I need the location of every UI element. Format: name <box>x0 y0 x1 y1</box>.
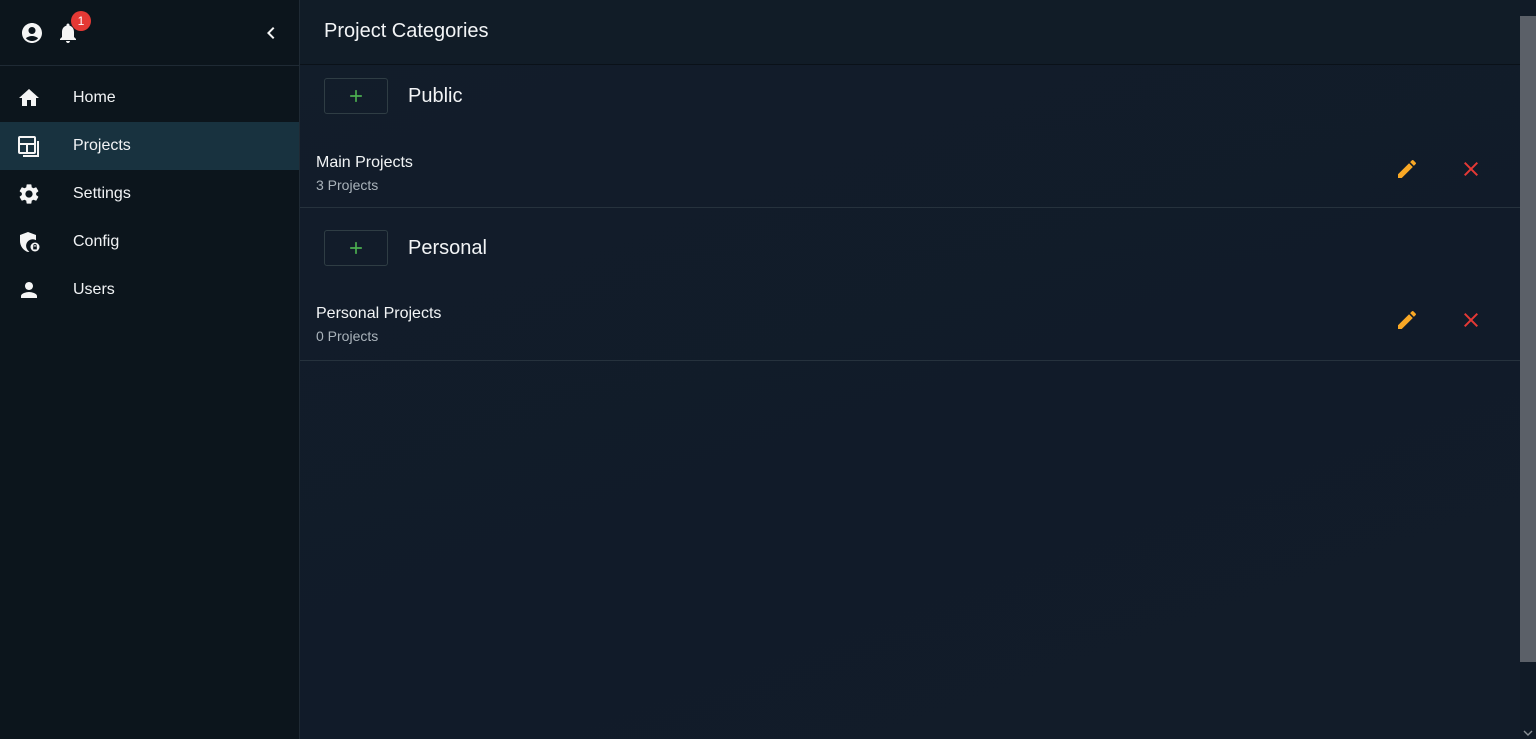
shield-lock-icon <box>17 230 41 254</box>
delete-close-icon[interactable] <box>1459 157 1483 181</box>
plus-icon <box>350 90 362 102</box>
delete-close-icon[interactable] <box>1459 308 1483 332</box>
sidebar-item-label: Users <box>73 281 115 298</box>
group-title: Public <box>408 85 463 107</box>
list-item[interactable]: Personal Projects 0 Projects <box>300 272 1520 361</box>
category-project-count: 3 Projects <box>316 177 379 193</box>
gear-icon <box>17 182 41 206</box>
sidebar-header: 1 <box>0 0 299 66</box>
category-project-count: 0 Projects <box>316 328 379 344</box>
sidebar-item-projects[interactable]: Projects <box>0 122 299 170</box>
sidebar-item-home[interactable]: Home <box>0 74 299 122</box>
main-content: Project Categories Public Main Projects … <box>300 0 1520 739</box>
sidebar-item-label: Config <box>73 233 120 250</box>
category-group-public: Public Main Projects 3 Projects <box>300 65 1520 208</box>
user-icon <box>17 278 41 302</box>
app-window: 1 Home Projects Settings Config Users Pr… <box>0 0 1536 739</box>
collapse-sidebar-chevron-left-icon[interactable] <box>259 21 283 45</box>
notification-badge: 1 <box>71 11 91 31</box>
scroll-down-arrow-icon[interactable] <box>1523 725 1533 736</box>
sidebar-item-users[interactable]: Users <box>0 266 299 314</box>
vertical-scrollbar[interactable] <box>1520 0 1536 739</box>
scrollbar-thumb[interactable] <box>1520 16 1536 662</box>
group-header: Personal <box>300 208 1520 272</box>
sidebar-item-label: Home <box>73 89 116 106</box>
sidebar-item-config[interactable]: Config <box>0 218 299 266</box>
page-title: Project Categories <box>324 20 489 42</box>
page-header: Project Categories <box>300 0 1520 65</box>
add-category-button[interactable] <box>324 78 388 114</box>
account-circle-icon[interactable] <box>20 21 44 45</box>
sidebar-item-label: Settings <box>73 185 131 202</box>
category-name: Main Projects <box>316 154 413 171</box>
edit-pencil-icon[interactable] <box>1395 308 1419 332</box>
list-item[interactable]: Main Projects 3 Projects <box>300 129 1520 208</box>
category-group-personal: Personal Personal Projects 0 Projects <box>300 208 1520 361</box>
category-name: Personal Projects <box>316 305 442 322</box>
group-title: Personal <box>408 237 487 259</box>
sidebar-item-settings[interactable]: Settings <box>0 170 299 218</box>
sidebar: 1 Home Projects Settings Config Users <box>0 0 300 739</box>
group-header: Public <box>300 65 1520 129</box>
edit-pencil-icon[interactable] <box>1395 157 1419 181</box>
add-category-button[interactable] <box>324 230 388 266</box>
home-icon <box>17 86 41 110</box>
plus-icon <box>350 242 362 254</box>
sidebar-item-label: Projects <box>73 137 131 154</box>
sidebar-nav: Home Projects Settings Config Users <box>0 66 299 314</box>
projects-icon <box>17 134 41 158</box>
